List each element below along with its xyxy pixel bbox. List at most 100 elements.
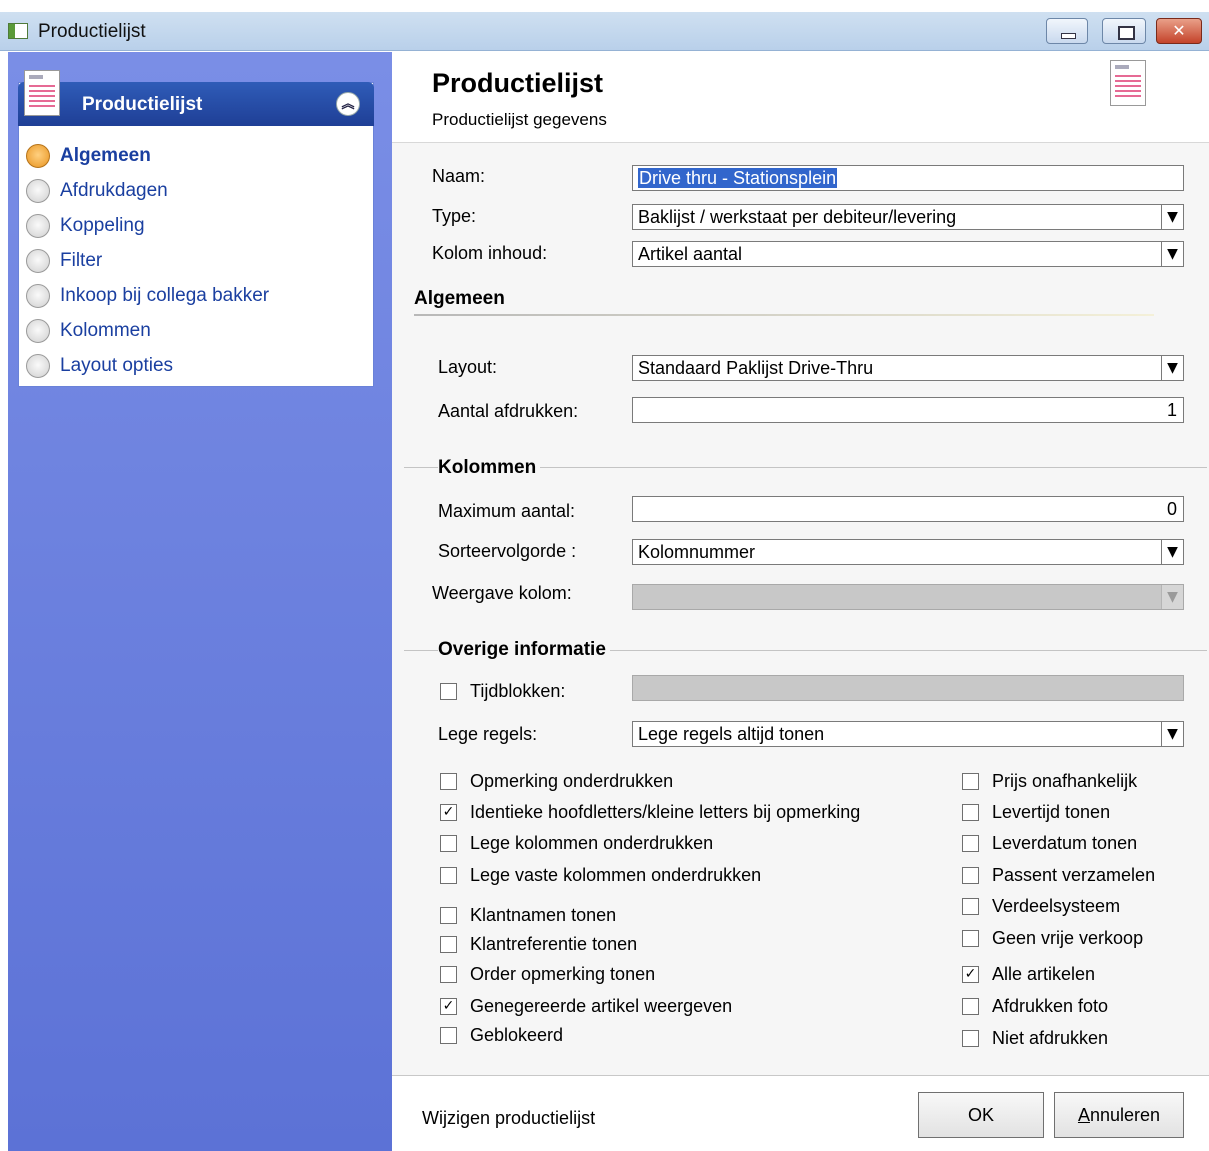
checkbox-label: Passent verzamelen — [992, 865, 1156, 885]
checkbox-icon — [962, 930, 979, 947]
checkbox-label: Alle artikelen — [992, 964, 1096, 984]
checkbox-label: Prijs onafhankelijk — [992, 771, 1138, 791]
nav-item-label: Afdrukdagen — [60, 179, 168, 201]
checkbox-label: Lege kolommen onderdrukken — [470, 833, 714, 853]
type-value: Baklijst / werkstaat per debiteur/leveri… — [638, 207, 957, 227]
nav-header-title: Productielijst — [82, 94, 203, 115]
collapse-chevron-icon[interactable]: ︽ — [336, 92, 360, 116]
checkbox-label: Geblokeerd — [470, 1025, 564, 1045]
nav-item-label: Layout opties — [60, 354, 174, 376]
checkbox-lege-vaste-kolommen[interactable]: Lege vaste kolommen onderdrukken — [440, 865, 761, 886]
dropdown-arrow-icon[interactable]: ▼ — [1161, 722, 1183, 746]
dropdown-arrow-icon[interactable]: ▼ — [1161, 540, 1183, 564]
checkbox-icon — [440, 683, 457, 700]
checkbox-klantnamen[interactable]: Klantnamen tonen — [440, 905, 616, 926]
dropdown-arrow-icon[interactable]: ▼ — [1161, 205, 1183, 229]
tijdblokken-checkbox[interactable]: Tijdblokken: — [440, 681, 565, 702]
checkbox-levertijd-tonen[interactable]: Levertijd tonen — [962, 802, 1110, 823]
section-title-algemeen: Algemeen — [414, 288, 509, 310]
radio-icon — [26, 283, 50, 308]
nav-item-algemeen[interactable]: Algemeen — [26, 138, 269, 173]
layout-label: Layout: — [438, 357, 498, 377]
naam-input[interactable]: Drive thru - Stationsplein — [632, 165, 1184, 191]
checkbox-label: Verdeelsysteem — [992, 896, 1121, 916]
radio-icon — [26, 248, 50, 273]
type-select[interactable]: Baklijst / werkstaat per debiteur/leveri… — [632, 204, 1184, 230]
nav-item-koppeling[interactable]: Koppeling — [26, 208, 269, 243]
checkbox-icon — [962, 773, 979, 790]
section-divider — [414, 314, 1154, 316]
nav-item-filter[interactable]: Filter — [26, 243, 269, 278]
checkbox-geblokeerd[interactable]: Geblokeerd — [440, 1025, 563, 1046]
checkbox-niet-afdrukken[interactable]: Niet afdrukken — [962, 1028, 1108, 1049]
checkbox-passent-verzamelen[interactable]: Passent verzamelen — [962, 865, 1155, 886]
checkbox-label: Klantreferentie tonen — [470, 934, 638, 954]
kolom-inhoud-label: Kolom inhoud: — [432, 243, 548, 263]
checkbox-lege-kolommen[interactable]: Lege kolommen onderdrukken — [440, 833, 713, 854]
checkbox-icon — [440, 835, 457, 852]
app-icon — [8, 23, 28, 39]
weergave-kolom-select: ▼ — [632, 584, 1184, 610]
checkbox-icon — [440, 907, 457, 924]
checkbox-verdeelsysteem[interactable]: Verdeelsysteem — [962, 896, 1120, 917]
checkbox-icon — [962, 998, 979, 1015]
radio-icon — [26, 318, 50, 343]
nav-item-label: Filter — [60, 249, 103, 271]
checkbox-icon — [962, 898, 979, 915]
tijdblokken-label: Tijdblokken: — [470, 681, 566, 701]
checkbox-icon — [440, 773, 457, 790]
layout-select[interactable]: Standaard Paklijst Drive-Thru ▼ — [632, 355, 1184, 381]
checkbox-icon — [962, 835, 979, 852]
checkbox-prijs-onafhankelijk[interactable]: Prijs onafhankelijk — [962, 771, 1137, 792]
maximum-aantal-label: Maximum aantal: — [438, 501, 576, 521]
radio-icon — [26, 143, 50, 168]
lege-regels-label: Lege regels: — [438, 724, 538, 744]
nav-item-label: Koppeling — [60, 214, 145, 236]
minimize-button[interactable] — [1046, 18, 1088, 44]
radio-icon — [26, 178, 50, 203]
type-label: Type: — [432, 206, 477, 226]
kolom-inhoud-select[interactable]: Artikel aantal ▼ — [632, 241, 1184, 267]
nav-item-afdrukdagen[interactable]: Afdrukdagen — [26, 173, 269, 208]
checkbox-alle-artikelen[interactable]: ✓ Alle artikelen — [962, 964, 1095, 985]
annuleren-accel: A — [1077, 1105, 1090, 1125]
maximize-button[interactable] — [1102, 18, 1146, 44]
naam-label: Naam: — [432, 166, 486, 186]
checkbox-geen-vrije-verkoop[interactable]: Geen vrije verkoop — [962, 928, 1143, 949]
close-button[interactable]: ✕ — [1156, 18, 1202, 44]
checkbox-identieke-hoofdletters[interactable]: ✓ Identieke hoofdletters/kleine letters b… — [440, 802, 860, 823]
tijdblokken-input — [632, 675, 1184, 701]
checkbox-genegereerde-artikel[interactable]: ✓ Genegereerde artikel weergeven — [440, 996, 732, 1017]
sorteervolgorde-select[interactable]: Kolomnummer ▼ — [632, 539, 1184, 565]
checkbox-label: Niet afdrukken — [992, 1028, 1109, 1048]
checkmark-icon: ✓ — [962, 966, 979, 983]
nav-item-label: Algemeen — [60, 144, 151, 166]
checkbox-opmerking-onderdrukken[interactable]: Opmerking onderdrukken — [440, 771, 673, 792]
checkbox-icon — [962, 804, 979, 821]
lege-regels-select[interactable]: Lege regels altijd tonen ▼ — [632, 721, 1184, 747]
nav-header[interactable]: Productielijst ︽ — [18, 82, 374, 126]
checkbox-label: Opmerking onderdrukken — [470, 771, 674, 791]
sorteervolgorde-label: Sorteervolgorde : — [438, 541, 577, 561]
checkbox-afdrukken-foto[interactable]: Afdrukken foto — [962, 996, 1108, 1017]
checkbox-klantreferentie[interactable]: Klantreferentie tonen — [440, 934, 637, 955]
document-icon — [1110, 60, 1146, 106]
annuleren-button[interactable]: Annuleren — [1054, 1092, 1184, 1138]
nav-item-label: Inkoop bij collega bakker — [60, 284, 270, 306]
checkbox-label: Lege vaste kolommen onderdrukken — [470, 865, 762, 885]
nav-item-layout-opties[interactable]: Layout opties — [26, 348, 269, 383]
title-bar: Productielijst ✕ — [0, 12, 1209, 51]
nav-item-kolommen[interactable]: Kolommen — [26, 313, 269, 348]
maximum-aantal-input[interactable]: 0 — [632, 496, 1184, 522]
nav-item-inkoop[interactable]: Inkoop bij collega bakker — [26, 278, 269, 313]
checkmark-icon: ✓ — [440, 804, 457, 821]
dropdown-arrow-icon[interactable]: ▼ — [1161, 242, 1183, 266]
naam-value: Drive thru - Stationsplein — [638, 168, 838, 188]
checkbox-leverdatum-tonen[interactable]: Leverdatum tonen — [962, 833, 1137, 854]
dropdown-arrow-icon[interactable]: ▼ — [1161, 356, 1183, 380]
aantal-afdrukken-input[interactable]: 1 — [632, 397, 1184, 423]
ok-button[interactable]: OK — [918, 1092, 1044, 1138]
checkbox-order-opmerking[interactable]: Order opmerking tonen — [440, 964, 655, 985]
radio-icon — [26, 353, 50, 378]
lege-regels-value: Lege regels altijd tonen — [638, 724, 825, 744]
